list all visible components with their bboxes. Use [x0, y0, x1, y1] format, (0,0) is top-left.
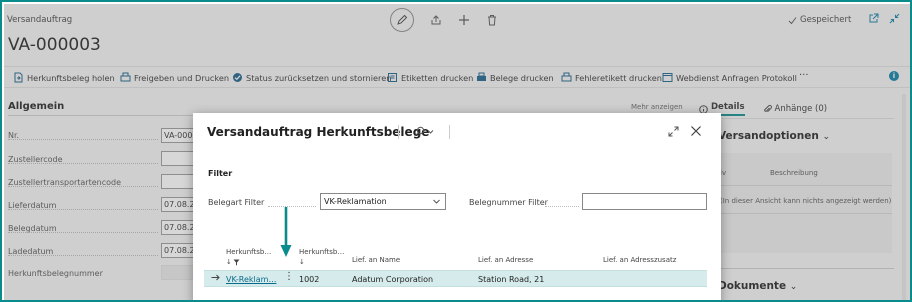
row-selected-arrow-icon	[211, 274, 220, 281]
expand-icon	[668, 126, 679, 137]
field-leader	[545, 206, 579, 207]
chevron-down-icon	[433, 199, 440, 204]
col-header-ship-name[interactable]: Lief. an Name	[352, 256, 400, 264]
cell-ship-name[interactable]: Adatum Corporation	[352, 275, 433, 284]
title-separator	[398, 125, 399, 139]
cell-ship-address[interactable]: Station Road, 21	[478, 275, 544, 284]
window-frame: Versandauftrag VA-000003 Gespeichert Her…	[0, 0, 912, 302]
sort-arrow-icon: ↓	[226, 258, 232, 266]
cell-source-type[interactable]: VK-Reklam…	[226, 275, 276, 284]
close-dialog-button[interactable]	[690, 125, 702, 139]
title-separator	[449, 125, 450, 139]
col-header-source-type-sort[interactable]: ↓	[226, 258, 240, 266]
sort-arrow-icon: ↓	[299, 258, 305, 266]
dialog-title: Versandauftrag Herkunftsbelege	[207, 125, 430, 139]
chevron-down-icon	[427, 130, 434, 134]
table-row[interactable]	[204, 270, 707, 287]
annotation-arrow-icon	[280, 207, 292, 257]
col-header-source-type[interactable]: Herkunftsb…	[226, 248, 271, 256]
col-header-ship-address[interactable]: Lief. an Adresse	[478, 256, 533, 264]
filter-type-label: Belegart Filter	[208, 198, 265, 207]
cell-source-no[interactable]: 1002	[299, 275, 319, 284]
filter-number-input[interactable]	[582, 193, 707, 210]
col-header-source-no[interactable]: Herkunftsb…	[299, 248, 344, 256]
col-header-ship-address2[interactable]: Lief. an Adresszusatz	[603, 256, 676, 264]
close-icon	[691, 126, 701, 136]
filter-icon	[233, 259, 240, 265]
expand-dialog-button[interactable]	[668, 126, 679, 139]
source-documents-dialog: Versandauftrag Herkunftsbelege Filter Be…	[193, 113, 721, 300]
search-icon	[414, 126, 425, 137]
row-actions-button[interactable]: ⋮	[284, 271, 294, 282]
filter-number-label: Belegnummer Filter	[469, 198, 548, 207]
filter-heading: Filter	[208, 169, 233, 178]
field-leader	[268, 206, 316, 207]
dialog-search-button[interactable]	[414, 126, 434, 137]
filter-type-select[interactable]: VK-Reklamation	[320, 193, 446, 210]
